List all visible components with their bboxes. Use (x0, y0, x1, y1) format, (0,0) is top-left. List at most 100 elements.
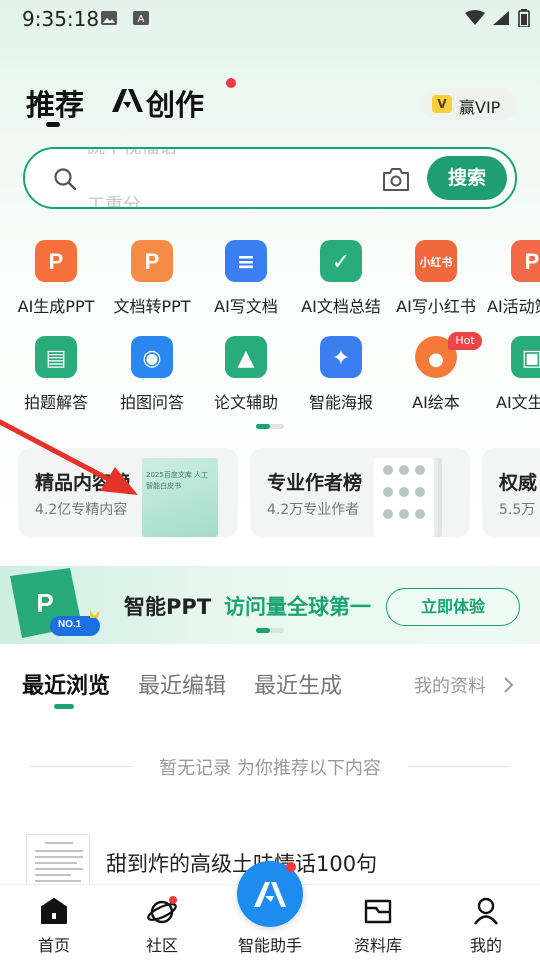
tool-poster[interactable]: ✦ 智能海报 (293, 336, 389, 426)
author-photos (374, 458, 434, 537)
svg-text:小红书: 小红书 (419, 255, 453, 269)
tool-label: 拍题解答 (23, 393, 88, 412)
card-title: 精品内容榜 (35, 472, 131, 494)
try-now-button[interactable]: 立即体验 (386, 588, 520, 626)
notification-a-icon: A (133, 11, 149, 25)
recent-tab-indicator (54, 704, 74, 709)
tool-ai-write-doc[interactable]: ≡ AI写文档 (198, 240, 294, 330)
tool-picture-book[interactable]: ● Hot AI绘本 (388, 332, 484, 426)
book-cover-text: 2025百度文库 人工智能白皮书 (146, 471, 209, 490)
svg-text:✦: ✦ (332, 346, 350, 371)
svg-text:P: P (36, 588, 53, 618)
tab-create[interactable]: 创作 (110, 78, 236, 122)
svg-text:▣: ▣ (522, 346, 540, 371)
tab-recent-edit[interactable]: 最近编辑 (138, 668, 226, 700)
profile-icon (474, 897, 498, 925)
search-hint-next: 工重分 (87, 195, 141, 209)
graduation-cap-icon: ▲ (225, 336, 267, 378)
tab-active-indicator (46, 122, 60, 127)
nav-label: 智能助手 (237, 936, 302, 955)
ppt-icon: P (35, 240, 77, 282)
planet-icon (147, 896, 177, 924)
svg-text:◉: ◉ (142, 346, 161, 371)
battery-icon (518, 9, 530, 27)
my-files-link[interactable]: 我的资料 (414, 672, 524, 698)
xiaohongshu-icon: 小红书 (415, 240, 457, 282)
vip-button[interactable]: V 赢VIP (422, 88, 517, 120)
card-pro-authors[interactable]: 专业作者榜 4.2万专业作者 (250, 448, 470, 537)
poster-icon: ✦ (320, 336, 362, 378)
search-bar[interactable]: 読中视福语 工重分 搜索 (23, 147, 517, 209)
ppt-3d-icon: P (10, 568, 100, 638)
tool-ai-activity[interactable]: P AI活动策 (484, 240, 540, 330)
wifi-icon (465, 10, 485, 25)
empty-state-text: 暂无记录 为你推荐以下内容 (159, 758, 381, 779)
nav-label: 首页 (37, 936, 70, 955)
book-cover: 2025百度文库 人工智能白皮书 (142, 458, 218, 537)
tool-label: AI文生 (496, 393, 540, 412)
card-title: 权威 (499, 472, 538, 494)
tool-ai-ppt[interactable]: P AI生成PPT (8, 240, 104, 330)
banner-highlight: 访问量全球第一 (224, 595, 371, 619)
camera-search-icon[interactable] (381, 165, 411, 193)
tool-label: 论文辅助 (213, 393, 278, 412)
ai-logo-icon (112, 89, 143, 112)
card-authority[interactable]: 权威 5.5万 (482, 448, 540, 537)
folder-icon (364, 899, 392, 924)
svg-text:▤: ▤ (46, 346, 67, 371)
tool-ai-summary[interactable]: ✓ AI文档总结 (293, 240, 389, 330)
nav-label: 我的 (469, 936, 502, 955)
my-files-label: 我的资料 (414, 676, 486, 697)
write-doc-icon: ≡ (225, 240, 267, 282)
tool-label: AI绘本 (412, 393, 460, 412)
photo-question-icon: ▤ (35, 336, 77, 378)
ai-assistant-icon (254, 882, 286, 907)
tab-recent-browse[interactable]: 最近浏览 (22, 668, 110, 700)
nav-library[interactable]: 资料库 (324, 885, 432, 960)
card-subtitle: 4.2亿专精内容 (35, 502, 128, 518)
tool-photo-question[interactable]: ▤ 拍题解答 (8, 336, 104, 426)
nav-label: 社区 (145, 936, 178, 955)
search-button[interactable]: 搜索 (427, 156, 507, 200)
svg-text:✓: ✓ (332, 250, 350, 275)
nav-profile[interactable]: 我的 (432, 885, 540, 960)
tool-photo-qa[interactable]: ◉ 拍图问答 (104, 336, 200, 426)
tool-ai-text-image[interactable]: ▣ AI文生 (484, 336, 540, 426)
tab-recent-generate[interactable]: 最近生成 (254, 668, 342, 700)
banner-pager-thumb (256, 628, 270, 633)
tool-thesis[interactable]: ▲ 论文辅助 (198, 336, 294, 426)
tool-label: 文档转PPT (113, 297, 191, 316)
assistant-dot (286, 862, 296, 872)
tool-doc-to-ppt[interactable]: P 文档转PPT (104, 240, 200, 330)
list-item-title: 甜到炸的高级土味情话100句 (106, 852, 378, 876)
svg-text:▲: ▲ (238, 346, 255, 371)
camera-icon: ◉ (131, 336, 173, 378)
doc-to-ppt-icon: P (131, 240, 173, 282)
card-title: 专业作者榜 (267, 472, 363, 494)
svg-text:●: ● (428, 349, 444, 370)
new-dot (226, 78, 236, 88)
tool-ai-xiaohongshu[interactable]: 小红书 AI写小红书 (388, 240, 484, 330)
image-icon: ▣ (511, 336, 540, 378)
author-avatars-icon (383, 465, 425, 519)
tool-label: AI活动策 (487, 297, 540, 316)
home-icon (41, 898, 67, 924)
banner-title: 智能PPT (124, 595, 212, 619)
tab-recommend[interactable]: 推荐 (26, 82, 84, 124)
card-quality-content[interactable]: 精品内容榜 4.2亿专精内容 2025百度文库 人工智能白皮书 (18, 448, 238, 537)
svg-text:P: P (49, 249, 64, 274)
nav-home[interactable]: 首页 (0, 885, 108, 960)
tool-label: AI写小红书 (396, 297, 476, 316)
card-subtitle: 5.5万 (499, 502, 536, 518)
summary-icon: ✓ (320, 240, 362, 282)
tool-label: 拍图问答 (119, 393, 184, 412)
signal-icon (493, 11, 509, 25)
vip-badge-icon: V (432, 95, 452, 113)
gallery-icon (101, 11, 117, 25)
search-hint-prev: 読中视福语 (87, 147, 177, 158)
status-bar: 9:35:18 A (0, 0, 540, 36)
nav-community[interactable]: 社区 (108, 885, 216, 960)
no1-badge: NO.1 (58, 619, 82, 630)
svg-text:A: A (138, 14, 145, 25)
ai-assistant-button[interactable] (237, 861, 303, 927)
